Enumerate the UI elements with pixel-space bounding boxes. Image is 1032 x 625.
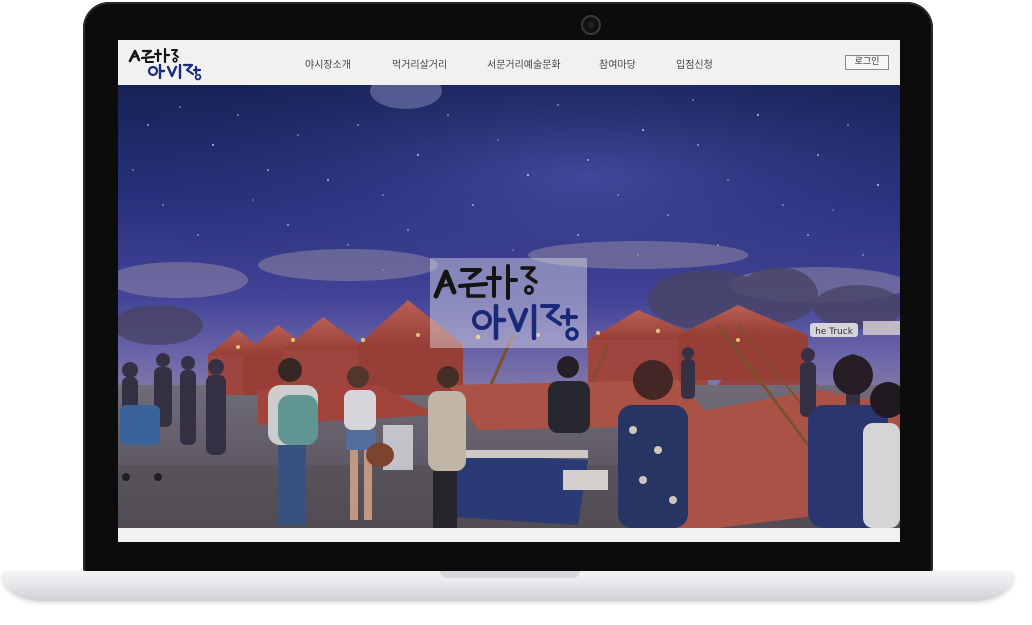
login-button[interactable]: 로그인	[845, 55, 889, 70]
nav-item-street-arts[interactable]: 서문거리예술문화	[487, 56, 561, 71]
nav-item-participation[interactable]: 참여마당	[599, 56, 636, 71]
hero-banner: he Truck	[118, 85, 900, 528]
site-header: 야시장소개 먹거리살거리 서문거리예술문화 참여마당 입점신청 로그인	[118, 40, 900, 85]
webcam-icon	[581, 15, 601, 35]
laptop-hinge-notch	[440, 571, 580, 578]
nav-item-food-shopping[interactable]: 먹거리살거리	[392, 56, 447, 71]
nav-item-vendor-application[interactable]: 입점신청	[676, 56, 713, 71]
nav-item-night-market-intro[interactable]: 야시장소개	[305, 56, 351, 71]
hero-logo	[433, 264, 579, 341]
page-bottom-strip	[118, 528, 900, 542]
hero-logo-panel	[430, 258, 587, 348]
browser-screen: 야시장소개 먹거리살거리 서문거리예술문화 참여마당 입점신청 로그인 he T…	[118, 40, 900, 542]
main-nav: 야시장소개 먹거리살거리 서문거리예술문화 참여마당 입점신청	[118, 40, 900, 85]
